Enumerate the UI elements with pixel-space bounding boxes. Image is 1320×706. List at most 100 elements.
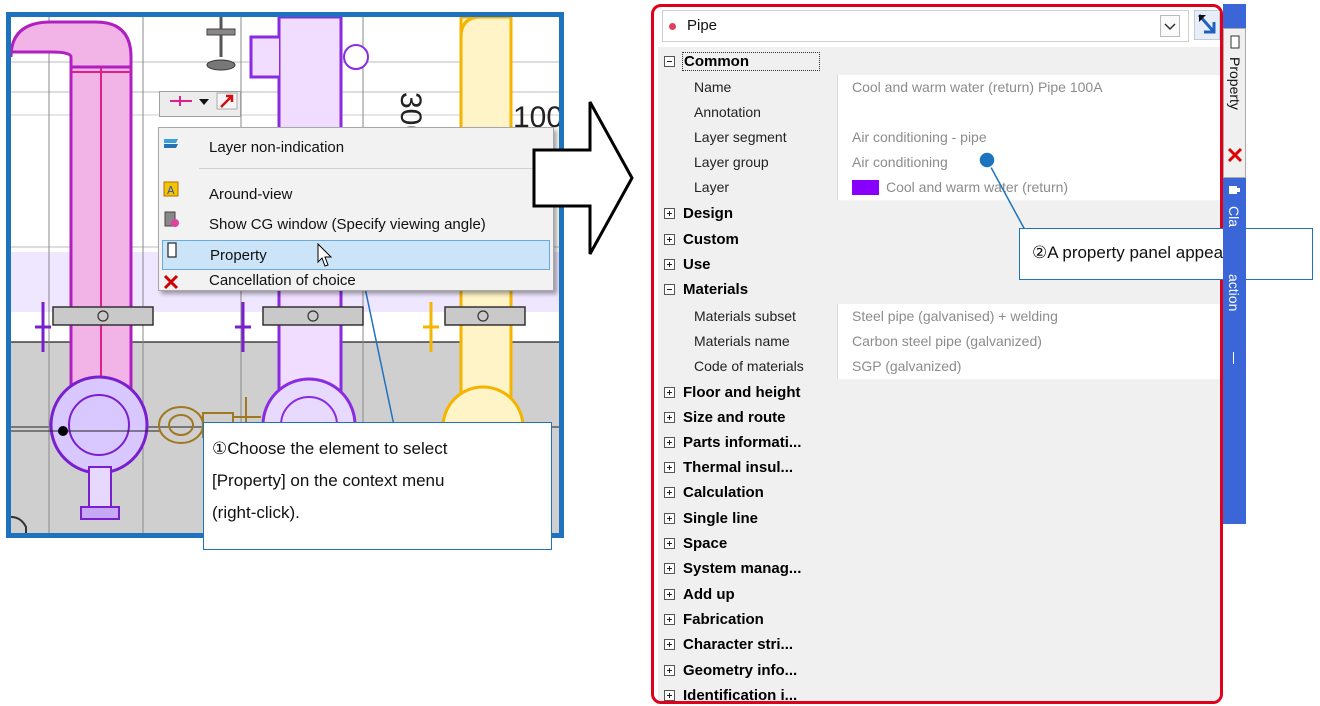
- expand-icon[interactable]: [664, 437, 675, 448]
- category-label: Use: [683, 256, 711, 273]
- property-grid: Common Name Cool and warm water (return)…: [658, 47, 1220, 704]
- category-fabrication[interactable]: Fabrication: [658, 608, 1220, 633]
- menu-item-label: Layer non-indication: [209, 139, 345, 156]
- menu-item-label: Around-view: [209, 186, 293, 203]
- category-label: System manag...: [683, 560, 802, 577]
- category-materials[interactable]: Materials: [658, 278, 1220, 303]
- category-label: Common: [682, 52, 820, 71]
- category-label: Calculation: [683, 484, 764, 501]
- category-label: Add up: [683, 586, 735, 603]
- category-thermal-insulation[interactable]: Thermal insul...: [658, 456, 1220, 481]
- tab-divider: [1233, 352, 1234, 364]
- expand-icon[interactable]: [664, 513, 675, 524]
- property-row-name[interactable]: Name Cool and warm water (return) Pipe 1…: [658, 75, 1220, 101]
- category-common[interactable]: Common: [658, 50, 1220, 75]
- category-size-and-route[interactable]: Size and route: [658, 406, 1220, 431]
- callout-step-2: ②A property panel appears.: [1019, 228, 1313, 280]
- property-name: Materials subset: [658, 304, 838, 329]
- category-label: Size and route: [683, 409, 786, 426]
- layer-color-swatch: [852, 180, 879, 195]
- property-icon: [1230, 35, 1240, 49]
- category-label: Parts informati...: [683, 434, 802, 451]
- property-value: Carbon steel pipe (galvanized): [839, 329, 1220, 355]
- svg-text:A: A: [167, 184, 175, 197]
- menu-item-around-view[interactable]: A Around-view: [162, 180, 550, 210]
- expand-icon[interactable]: [664, 412, 675, 423]
- expand-icon[interactable]: [664, 462, 675, 473]
- tab-property[interactable]: Property: [1223, 28, 1246, 178]
- tab-label: Property: [1227, 57, 1243, 110]
- tab-classification[interactable]: Cla action: [1223, 182, 1246, 522]
- selected-element: Pipe: [687, 17, 718, 34]
- expand-icon[interactable]: [664, 614, 675, 625]
- category-parts-information[interactable]: Parts informati...: [658, 431, 1220, 456]
- property-value: Cool and warm water (return) Pipe 100A: [839, 75, 1220, 101]
- menu-item-label: Property: [210, 247, 267, 264]
- category-character-string[interactable]: Character stri...: [658, 633, 1220, 658]
- callout-leader: [978, 151, 1026, 231]
- tab-label: Cla: [1226, 206, 1242, 228]
- menu-separator: [199, 168, 549, 169]
- property-name: Name: [658, 75, 838, 100]
- category-calculation[interactable]: Calculation: [658, 481, 1220, 506]
- expand-icon[interactable]: [664, 639, 675, 650]
- category-geometry-info[interactable]: Geometry info...: [658, 659, 1220, 684]
- category-space[interactable]: Space: [658, 532, 1220, 557]
- expand-icon[interactable]: [664, 234, 675, 245]
- element-dot-icon: [669, 23, 676, 30]
- property-name: Layer: [658, 175, 838, 200]
- property-name: Code of materials: [658, 354, 838, 379]
- property-row-layer[interactable]: Layer Cool and warm water (return): [658, 175, 1220, 201]
- pin-icon: [1229, 186, 1240, 194]
- jump-arrow-icon[interactable]: [216, 92, 238, 110]
- property-value: Steel pipe (galvanised) + welding: [839, 304, 1220, 330]
- category-label: Floor and height: [683, 384, 801, 401]
- expand-icon[interactable]: [664, 387, 675, 398]
- category-label: Materials: [683, 281, 749, 298]
- category-add-up[interactable]: Add up: [658, 583, 1220, 608]
- callout-text: ①Choose the element to select: [212, 439, 448, 458]
- expand-icon[interactable]: [664, 538, 675, 549]
- category-system-management[interactable]: System manag...: [658, 557, 1220, 582]
- property-row-code-of-materials[interactable]: Code of materials SGP (galvanized): [658, 354, 1220, 380]
- category-label: Identification i...: [683, 687, 798, 704]
- category-single-line[interactable]: Single line: [658, 507, 1220, 532]
- property-row-layer-segment[interactable]: Layer segment Air conditioning - pipe: [658, 125, 1220, 151]
- close-icon[interactable]: [1227, 147, 1243, 163]
- layer-icon: [164, 139, 178, 148]
- category-design[interactable]: Design: [658, 202, 1220, 227]
- expand-icon[interactable]: [664, 563, 675, 574]
- jump-to-element-icon[interactable]: [1194, 10, 1220, 40]
- category-label: Character stri...: [683, 636, 794, 653]
- property-value: Air conditioning - pipe: [839, 125, 1220, 151]
- expand-icon[interactable]: [664, 589, 675, 600]
- expand-icon[interactable]: [664, 487, 675, 498]
- element-selector[interactable]: Pipe: [662, 10, 1189, 42]
- menu-item-cancellation[interactable]: Cancellation of choice: [162, 270, 550, 292]
- expand-icon[interactable]: [664, 208, 675, 219]
- callout-text: [Property] on the context menu: [212, 471, 445, 490]
- menu-item-show-cg-window[interactable]: Show CG window (Specify viewing angle): [162, 210, 550, 240]
- menu-item-label: Show CG window (Specify viewing angle): [209, 216, 486, 233]
- category-floor-and-height[interactable]: Floor and height: [658, 381, 1220, 406]
- property-name: Materials name: [658, 329, 838, 354]
- pipe-tool-icon[interactable]: [166, 92, 196, 110]
- menu-item-property[interactable]: Property: [162, 240, 550, 270]
- property-row-materials-name[interactable]: Materials name Carbon steel pipe (galvan…: [658, 329, 1220, 355]
- dropdown-arrow-icon[interactable]: [198, 92, 210, 110]
- collapse-icon[interactable]: [664, 56, 675, 67]
- expand-icon[interactable]: [664, 690, 675, 701]
- red-x-icon: [163, 274, 179, 290]
- category-identification[interactable]: Identification i...: [658, 684, 1220, 704]
- property-value: SGP (galvanized): [839, 354, 1220, 380]
- chevron-down-icon[interactable]: [1160, 15, 1180, 37]
- expand-icon[interactable]: [664, 259, 675, 270]
- menu-item-layer-non-indication[interactable]: Layer non-indication: [162, 133, 550, 163]
- property-row-layer-group[interactable]: Layer group Air conditioning: [658, 150, 1220, 176]
- expand-icon[interactable]: [664, 665, 675, 676]
- property-row-annotation[interactable]: Annotation: [658, 100, 1220, 126]
- callout-text: ②A property panel appears.: [1032, 243, 1242, 262]
- property-icon: [167, 242, 177, 258]
- property-row-materials-subset[interactable]: Materials subset Steel pipe (galvanised)…: [658, 304, 1220, 330]
- collapse-icon[interactable]: [664, 284, 675, 295]
